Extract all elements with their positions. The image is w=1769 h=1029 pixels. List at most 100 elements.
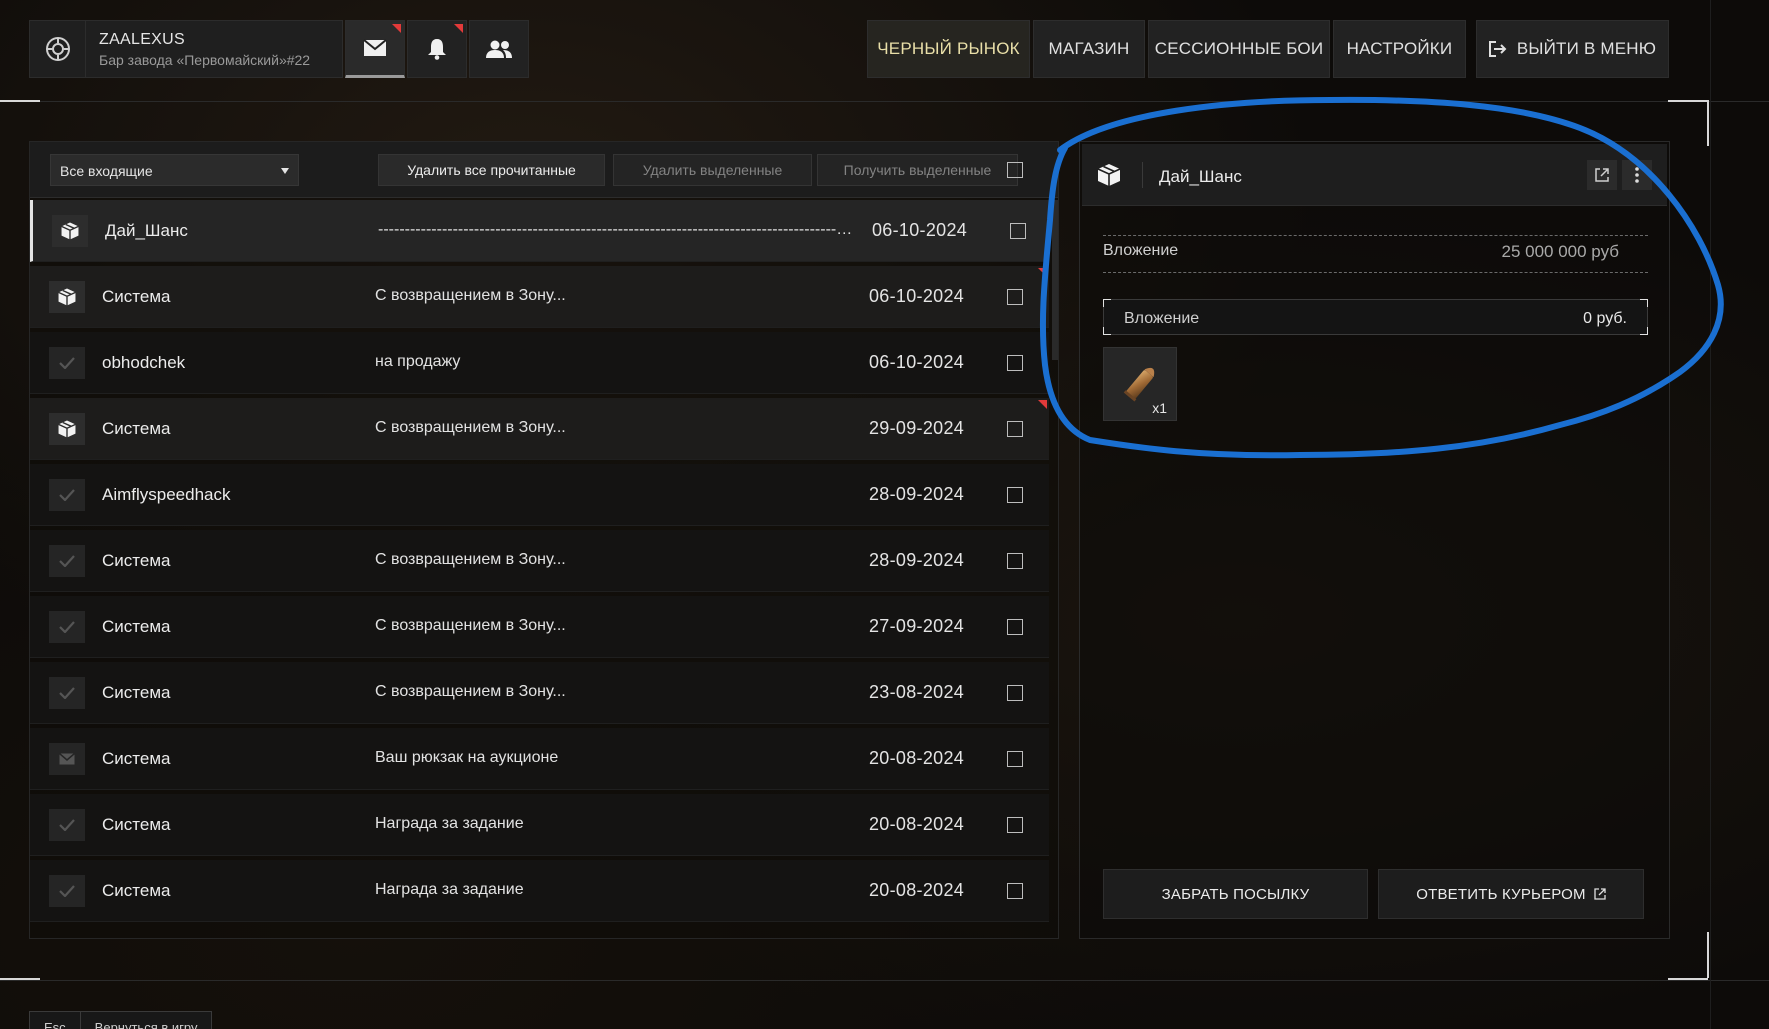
check-icon (49, 347, 85, 379)
take-parcel-button[interactable]: ЗАБРАТЬ ПОСЫЛКУ (1103, 869, 1368, 919)
session-battles-button[interactable]: СЕССИОННЫЕ БОИ (1148, 20, 1330, 78)
more-options-button[interactable] (1622, 160, 1652, 190)
message-row[interactable]: Система Ваш рюкзак на аукционе 20-08-2024 (30, 728, 1049, 790)
message-subject: С возвращением в Зону... (375, 419, 566, 436)
message-subject: С возвращением в Зону... (375, 617, 566, 634)
check-icon (49, 545, 85, 577)
message-row[interactable]: Система Награда за задание 20-08-2024 (30, 794, 1049, 856)
message-date: 28-09-2024 (869, 484, 965, 504)
message-row[interactable]: Система С возвращением в Зону... 06-10-202… (30, 266, 1049, 328)
unread-flag (454, 24, 463, 33)
filter-select-value: Все входящие (60, 163, 153, 179)
message-date: 27-09-2024 (869, 616, 965, 636)
package-icon (1094, 160, 1124, 190)
friends-button[interactable] (469, 20, 529, 78)
envelope-icon (49, 743, 85, 775)
receive-selected-button[interactable]: Получить выделенные (817, 154, 1018, 186)
select-all-checkbox[interactable] (1007, 162, 1023, 178)
bracket-corner (1103, 299, 1111, 307)
message-subject: на продажу (375, 353, 461, 370)
message-checkbox[interactable] (1007, 421, 1023, 437)
top-bar: ZAALEXUS Бар завода «Первомайский»#22 ЧЕ… (0, 0, 1769, 100)
delete-selected-button[interactable]: Удалить выделенные (613, 154, 812, 186)
bracket-corner (1103, 327, 1111, 335)
profile-card[interactable]: ZAALEXUS Бар завода «Первомайский»#22 (29, 20, 343, 78)
frame-corner (1668, 978, 1708, 980)
message-sender: Дай_Шанс (105, 221, 188, 240)
settings-button[interactable]: НАСТРОЙКИ (1333, 20, 1466, 78)
attachment-box-label: Вложение (1124, 310, 1200, 327)
frame-corner (1707, 932, 1709, 978)
filter-select[interactable]: Все входящие (50, 154, 299, 186)
frame-corner (0, 978, 40, 980)
message-checkbox[interactable] (1007, 883, 1023, 899)
message-row[interactable]: Система Награда за задание 20-08-2024 (30, 860, 1049, 922)
message-checkbox[interactable] (1007, 487, 1023, 503)
frame-corner (0, 100, 40, 102)
message-detail-panel: Дай_Шанс Вложение 25 000 000 руб Вложени… (1079, 141, 1670, 939)
message-subject: С возвращением в Зону... (375, 683, 566, 700)
message-subject: Награда за задание (375, 881, 524, 898)
shop-button[interactable]: МАГАЗИН (1033, 20, 1145, 78)
return-to-game-hint[interactable]: Esc Вернуться в игру (29, 1011, 213, 1029)
mail-button[interactable] (345, 20, 405, 78)
message-date: 28-09-2024 (869, 550, 965, 570)
message-sender: Система (102, 683, 171, 702)
mail-toolbar: Все входящие Удалить все прочитанные Уда… (30, 142, 1058, 198)
message-checkbox[interactable] (1007, 817, 1023, 833)
check-icon (49, 677, 85, 709)
message-subject: С возвращением в Зону... (375, 551, 566, 568)
message-row[interactable]: Система С возвращением в Зону... 29-09-202… (30, 398, 1049, 460)
return-to-game-label: Вернуться в игру (94, 1020, 198, 1029)
check-icon (49, 611, 85, 643)
message-row[interactable]: obhodchek на продажу 06-10-2024 (30, 332, 1049, 394)
message-sender: Система (102, 815, 171, 834)
message-checkbox[interactable] (1007, 685, 1023, 701)
message-sender: Система (102, 617, 171, 636)
message-checkbox[interactable] (1007, 355, 1023, 371)
unread-flag (392, 24, 401, 33)
frame-line-bottom (0, 980, 1769, 981)
message-date: 29-09-2024 (869, 418, 965, 438)
check-icon (49, 809, 85, 841)
message-checkbox[interactable] (1007, 553, 1023, 569)
open-external-button[interactable] (1587, 160, 1617, 190)
message-row[interactable]: Система С возвращением в Зону... 27-09-202… (30, 596, 1049, 658)
location: Бар завода «Первомайский»#22 (99, 51, 311, 68)
detail-sender: Дай_Шанс (1159, 167, 1242, 186)
header-separator (1142, 162, 1143, 188)
item-quantity: x1 (1152, 400, 1167, 416)
message-row[interactable]: Система С возвращением в Зону... 28-09-202… (30, 530, 1049, 592)
bracket-corner (1640, 299, 1648, 307)
message-row[interactable]: Дай_Шанс --------------------------------… (30, 200, 1049, 262)
bracket-corner (1640, 327, 1648, 335)
esc-key-label: Esc (30, 1012, 81, 1029)
dashed-divider (1103, 272, 1648, 273)
message-date: 20-08-2024 (869, 748, 965, 768)
exit-to-menu-label: ВЫЙТИ В МЕНЮ (1516, 39, 1657, 58)
message-list: Дай_Шанс --------------------------------… (30, 200, 1049, 926)
message-subject: Награда за задание (375, 815, 524, 832)
message-sender: Система (102, 551, 171, 570)
message-checkbox[interactable] (1007, 289, 1023, 305)
message-sender: Система (102, 881, 171, 900)
reply-courier-label: ОТВЕТИТЬ КУРЬЕРОМ (1416, 885, 1586, 903)
black-market-button[interactable]: ЧЕРНЫЙ РЫНОК (867, 20, 1030, 78)
message-row[interactable]: Система С возвращением в Зону... 23-08-202… (30, 662, 1049, 724)
attachment-item-slot[interactable]: x1 (1103, 347, 1177, 421)
frame-corner (1707, 100, 1709, 146)
exit-to-menu-button[interactable]: ВЫЙТИ В МЕНЮ (1476, 20, 1669, 78)
scrollbar[interactable] (1052, 200, 1058, 360)
message-row[interactable]: Aimflyspeedhack 28-09-2024 (30, 464, 1049, 526)
package-icon (49, 281, 85, 313)
message-checkbox[interactable] (1007, 751, 1023, 767)
attachment-label: Вложение (1103, 242, 1179, 259)
delete-all-read-button[interactable]: Удалить все прочитанные (378, 154, 605, 186)
message-subject: С возвращением в Зону... (375, 287, 566, 304)
message-checkbox[interactable] (1007, 619, 1023, 635)
message-checkbox[interactable] (1010, 223, 1026, 239)
notifications-button[interactable] (407, 20, 467, 78)
reply-courier-button[interactable]: ОТВЕТИТЬ КУРЬЕРОМ (1378, 869, 1644, 919)
attachment-box-value: 0 руб. (1583, 310, 1627, 327)
message-date: 20-08-2024 (869, 880, 965, 900)
